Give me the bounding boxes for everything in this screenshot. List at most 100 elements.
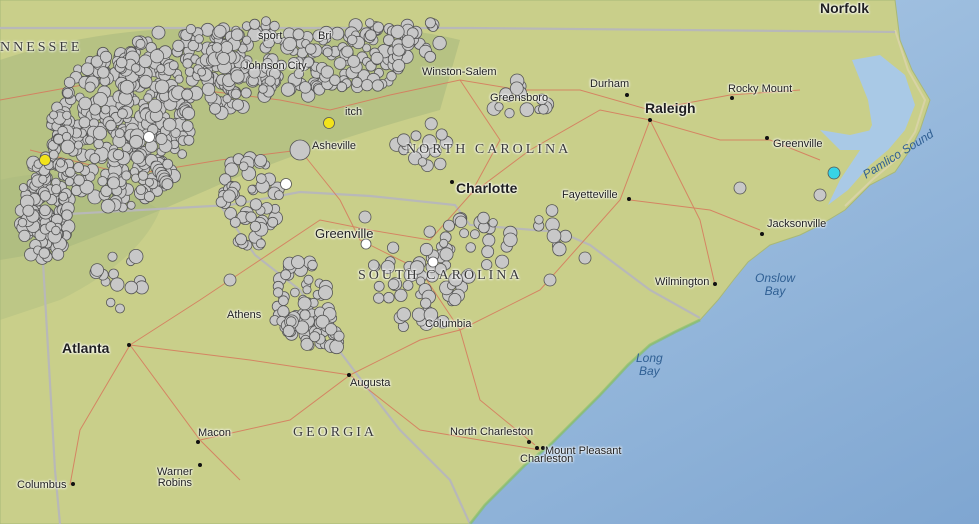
earthquake-marker[interactable] (282, 324, 295, 337)
earthquake-marker[interactable] (347, 34, 358, 46)
earthquake-marker[interactable] (17, 217, 28, 228)
earthquake-marker[interactable] (439, 247, 454, 262)
earthquake-marker[interactable] (273, 190, 284, 201)
earthquake-marker[interactable] (448, 292, 462, 306)
earthquake-marker[interactable] (401, 34, 415, 48)
earthquake-marker[interactable] (100, 198, 116, 214)
earthquake-marker[interactable] (434, 157, 447, 171)
earthquake-marker[interactable] (396, 307, 411, 322)
earthquake-marker[interactable] (90, 263, 104, 277)
earthquake-marker[interactable] (307, 259, 318, 271)
earthquake-marker[interactable] (290, 287, 300, 298)
earthquake-marker[interactable] (245, 211, 257, 223)
earthquake-marker[interactable] (107, 176, 120, 190)
earthquake-marker[interactable] (58, 191, 69, 202)
earthquake-marker[interactable] (578, 251, 592, 265)
earthquake-marker[interactable] (424, 50, 437, 63)
earthquake-marker[interactable] (185, 24, 196, 35)
earthquake-marker[interactable] (254, 154, 268, 167)
earthquake-marker[interactable] (115, 56, 128, 69)
earthquake-marker[interactable] (89, 153, 101, 164)
earthquake-marker[interactable] (333, 330, 345, 342)
earthquake-marker[interactable] (39, 190, 51, 202)
earthquake-marker[interactable] (482, 233, 496, 247)
earthquake-marker[interactable] (372, 21, 384, 33)
earthquake-marker[interactable] (390, 24, 405, 39)
earthquake-marker[interactable] (229, 216, 241, 228)
earthquake-marker[interactable] (222, 189, 236, 203)
earthquake-marker[interactable] (503, 232, 518, 248)
earthquake-marker[interactable] (181, 106, 196, 121)
earthquake-marker[interactable] (48, 149, 59, 160)
earthquake-marker[interactable] (93, 138, 104, 150)
earthquake-marker[interactable] (115, 303, 125, 314)
earthquake-marker[interactable] (105, 297, 116, 308)
earthquake-marker[interactable] (143, 191, 155, 203)
earthquake-marker[interactable] (299, 309, 311, 321)
earthquake-marker[interactable] (18, 229, 31, 242)
earthquake-marker[interactable] (329, 339, 344, 355)
earthquake-marker[interactable] (38, 174, 48, 184)
earthquake-marker[interactable] (292, 28, 305, 41)
earthquake-marker[interactable] (318, 285, 333, 301)
earthquake-marker[interactable] (38, 247, 51, 259)
earthquake-marker[interactable] (546, 228, 562, 244)
earthquake-marker[interactable] (495, 254, 510, 269)
earthquake-marker[interactable] (174, 74, 184, 84)
earthquake-marker[interactable] (394, 288, 408, 302)
earthquake-marker[interactable] (138, 54, 153, 69)
earthquake-marker[interactable] (220, 41, 234, 54)
earthquake-marker[interactable] (383, 292, 395, 304)
earthquake-marker[interactable] (559, 229, 572, 243)
earthquake-marker[interactable] (151, 25, 166, 40)
earthquake-marker[interactable] (162, 158, 174, 170)
earthquake-marker[interactable] (74, 140, 84, 150)
earthquake-marker[interactable] (62, 110, 72, 120)
earthquake-marker[interactable] (370, 51, 384, 65)
earthquake-marker[interactable] (138, 74, 153, 89)
earthquake-marker[interactable] (211, 42, 223, 53)
earthquake-marker[interactable] (92, 126, 108, 141)
earthquake-marker[interactable] (249, 18, 261, 30)
earthquake-marker[interactable] (107, 251, 118, 262)
earthquake-marker[interactable] (488, 218, 498, 228)
earthquake-marker[interactable] (261, 16, 271, 27)
earthquake-marker[interactable] (303, 274, 314, 285)
earthquake-marker[interactable] (51, 225, 61, 236)
earthquake-marker[interactable] (272, 287, 284, 298)
earthquake-marker[interactable] (230, 88, 242, 100)
earthquake-marker[interactable] (130, 63, 141, 73)
earthquake-marker[interactable] (423, 225, 436, 238)
earthquake-marker[interactable] (247, 184, 257, 194)
earthquake-marker[interactable] (110, 277, 125, 292)
earthquake-marker[interactable] (255, 173, 267, 184)
earthquake-marker[interactable] (124, 280, 139, 295)
earthquake-marker[interactable] (282, 36, 297, 52)
earthquake-marker-yellow[interactable] (323, 117, 335, 129)
earthquake-marker[interactable] (519, 102, 535, 117)
earthquake-marker[interactable] (231, 98, 244, 111)
earthquake-marker[interactable] (84, 81, 96, 93)
earthquake-marker[interactable] (97, 176, 108, 187)
earthquake-marker[interactable] (424, 17, 436, 29)
earthquake-marker[interactable] (60, 139, 76, 155)
earthquake-marker[interactable] (64, 176, 75, 187)
earthquake-marker[interactable] (18, 183, 28, 193)
earthquake-marker[interactable] (360, 79, 374, 92)
earthquake-marker[interactable] (469, 229, 480, 240)
earthquake-marker[interactable] (240, 87, 252, 99)
earthquake-marker[interactable] (105, 119, 117, 132)
earthquake-marker[interactable] (278, 295, 289, 307)
earthquake-marker[interactable] (373, 292, 385, 304)
earthquake-marker[interactable] (309, 331, 321, 343)
earthquake-marker[interactable] (291, 255, 305, 270)
earthquake-marker[interactable] (504, 108, 515, 119)
earthquake-marker[interactable] (297, 296, 312, 311)
earthquake-marker[interactable] (439, 238, 449, 248)
earthquake-marker[interactable] (119, 79, 135, 95)
earthquake-marker[interactable] (62, 87, 73, 99)
earthquake-marker[interactable] (424, 117, 438, 131)
earthquake-marker[interactable] (813, 188, 827, 202)
earthquake-marker[interactable] (419, 242, 434, 257)
earthquake-marker[interactable] (172, 39, 185, 53)
